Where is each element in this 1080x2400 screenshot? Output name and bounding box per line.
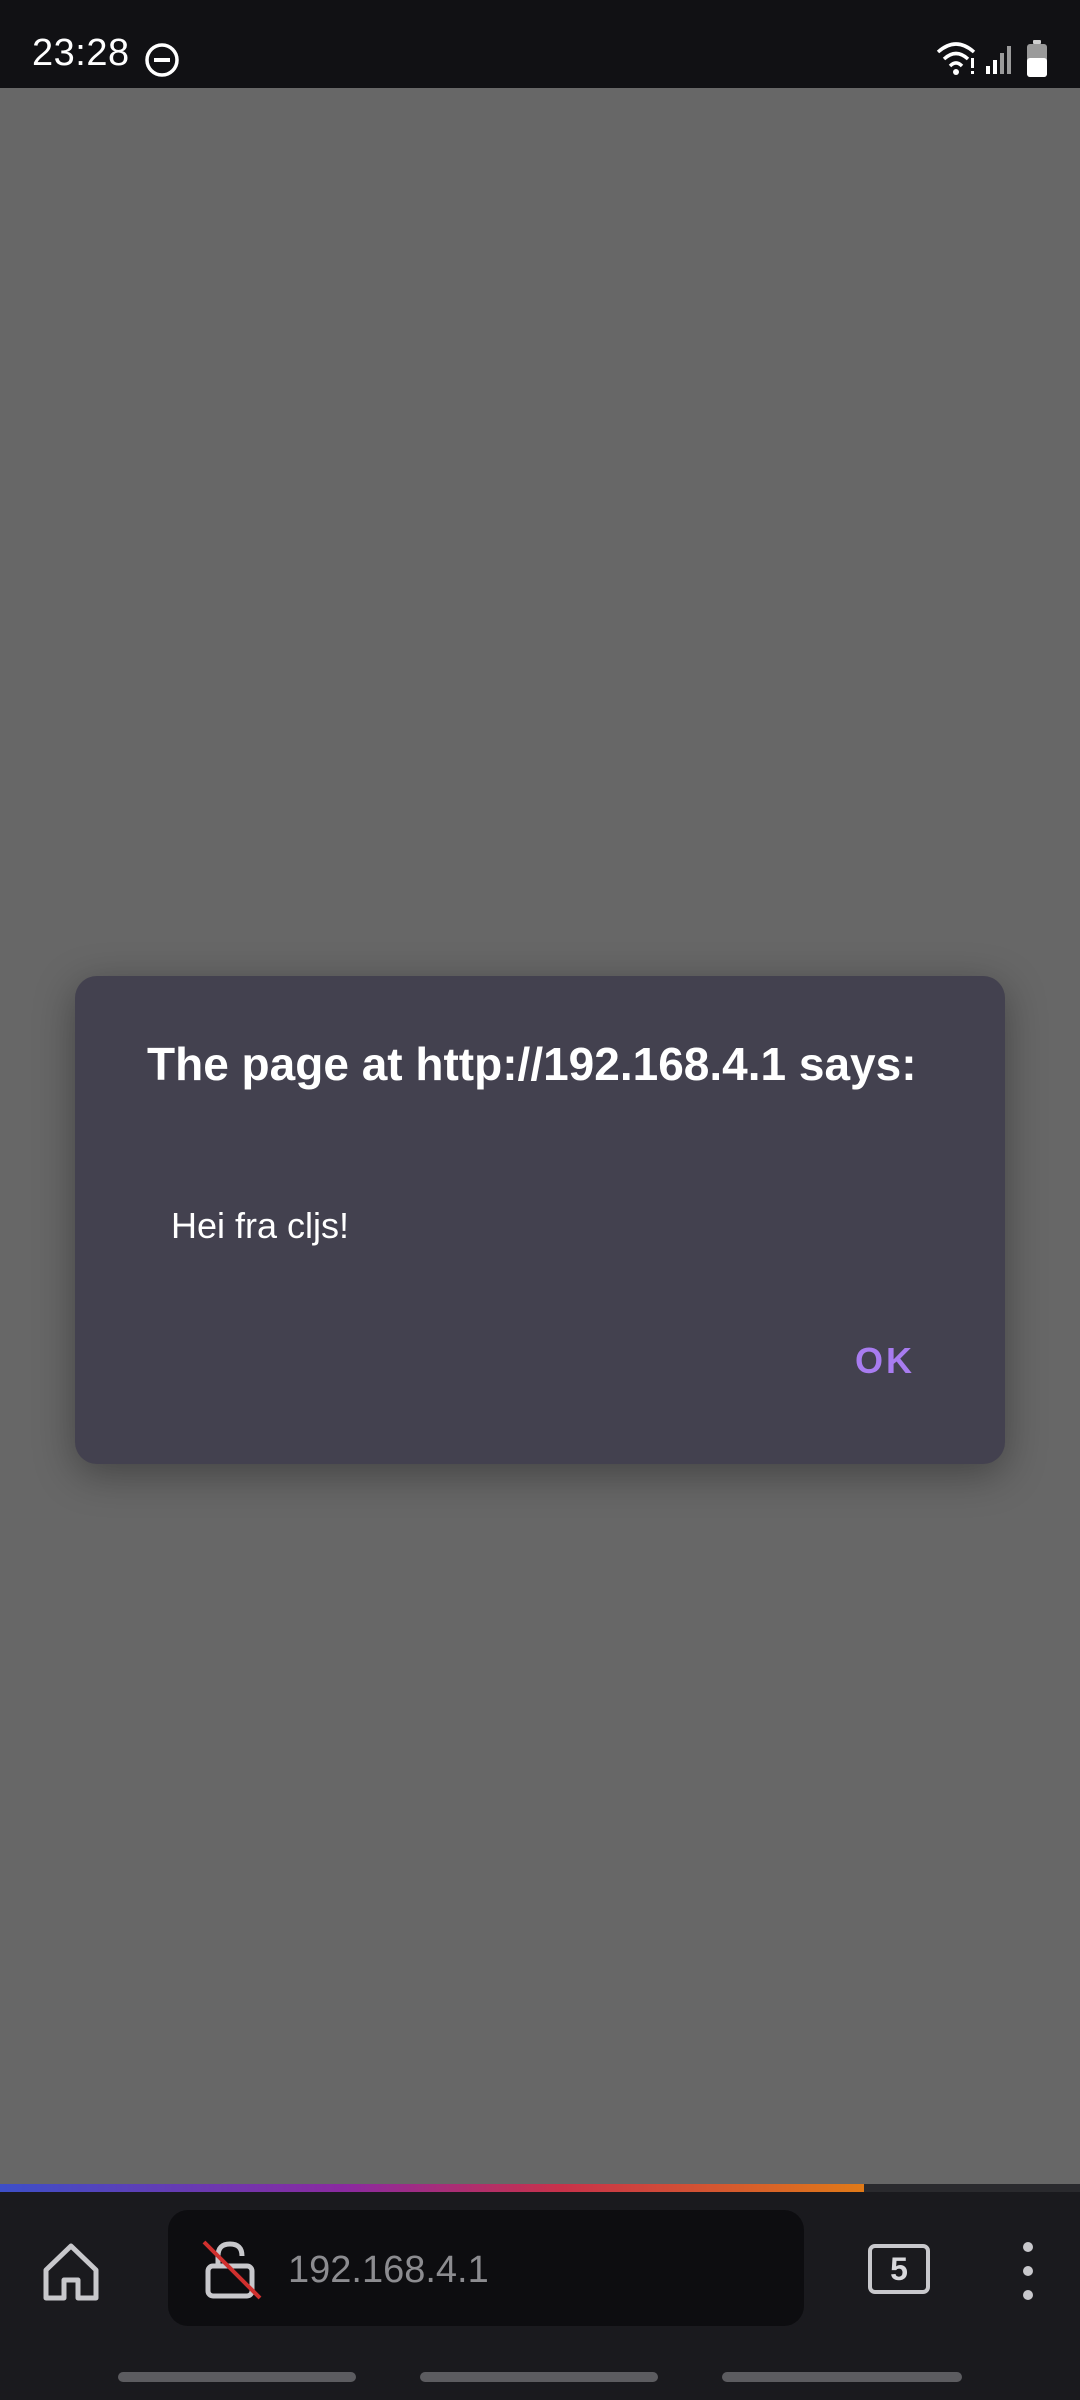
ok-button[interactable]: OK — [841, 1332, 929, 1390]
more-menu-icon[interactable] — [1012, 2236, 1044, 2306]
alert-dialog: The page at http://192.168.4.1 says: Hei… — [75, 976, 1005, 1464]
do-not-disturb-icon — [145, 43, 179, 77]
status-bar: 23:28 — [0, 0, 1080, 88]
insecure-lock-icon[interactable] — [200, 2238, 264, 2302]
tabs-button[interactable]: 5 — [868, 2244, 930, 2294]
wifi-icon — [936, 42, 976, 75]
dialog-title: The page at http://192.168.4.1 says: — [147, 1038, 917, 1090]
status-time: 23:28 — [32, 32, 130, 74]
progress-fill — [0, 2184, 864, 2192]
nav-pill-center[interactable] — [420, 2372, 658, 2382]
signal-icon — [986, 46, 1011, 74]
home-icon[interactable] — [36, 2236, 106, 2306]
nav-pill-right[interactable] — [722, 2372, 962, 2382]
url-text: 192.168.4.1 — [288, 2249, 489, 2291]
browser-toolbar: 192.168.4.1 5 — [0, 2192, 1080, 2400]
url-field[interactable]: 192.168.4.1 — [168, 2210, 804, 2326]
nav-pill-left[interactable] — [118, 2372, 356, 2382]
dialog-message: Hei fra cljs! — [171, 1205, 350, 1246]
page-load-progress — [0, 2184, 1080, 2192]
battery-icon — [1027, 40, 1047, 77]
